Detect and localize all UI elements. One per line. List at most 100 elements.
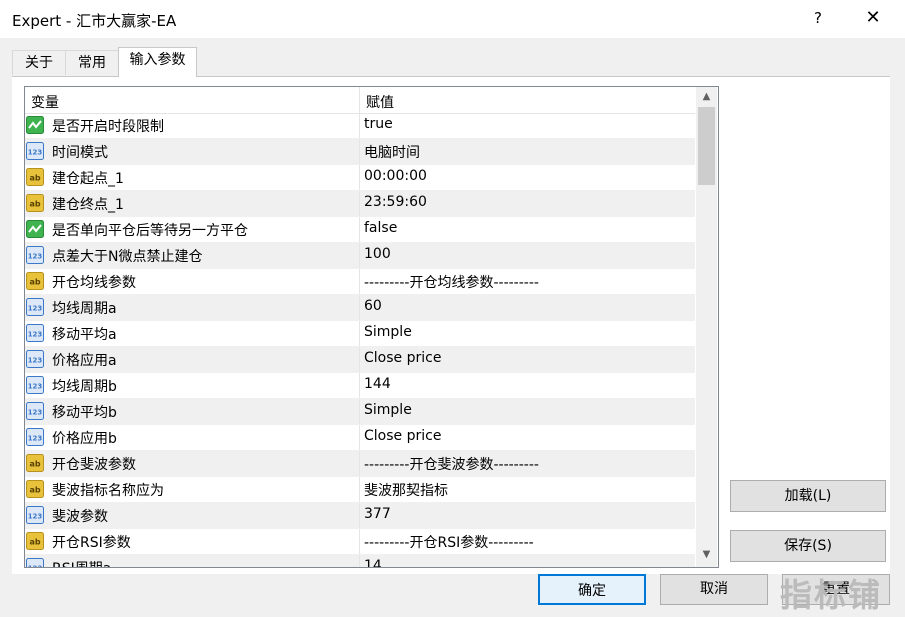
integer-type-icon: 123 [26,350,44,368]
parameter-value[interactable]: Close price [364,428,441,444]
parameter-value[interactable]: 100 [364,246,391,262]
table-row[interactable]: 123 RSI周期a 14 [25,555,695,569]
column-header-variable[interactable]: 变量 [31,92,59,112]
integer-type-icon: 123 [26,558,44,569]
ok-button[interactable]: 确定 [538,574,646,605]
column-divider [359,451,360,476]
parameter-name: 价格应用a [52,353,117,369]
table-row[interactable]: ab 开仓斐波参数 ---------开仓斐波参数--------- [25,451,695,477]
parameter-value[interactable]: 60 [364,298,382,314]
table-row[interactable]: 123 价格应用b Close price [25,425,695,451]
parameter-name: 均线周期b [52,379,117,395]
help-button[interactable]: ? [808,9,828,29]
bool-type-icon [26,116,44,134]
svg-text:ab: ab [29,486,40,495]
parameter-value[interactable]: 377 [364,506,391,522]
column-divider[interactable] [359,87,360,113]
table-row[interactable]: ab 开仓均线参数 ---------开仓均线参数--------- [25,269,695,295]
table-row[interactable]: 123 时间模式 电脑时间 [25,139,695,165]
parameter-name: 建仓终点_1 [52,197,124,213]
parameter-value[interactable]: 144 [364,376,391,392]
svg-text:123: 123 [28,513,43,521]
integer-type-icon: 123 [26,142,44,160]
table-row[interactable]: 123 移动平均b Simple [25,399,695,425]
integer-type-icon: 123 [26,376,44,394]
integer-type-icon: 123 [26,246,44,264]
svg-text:123: 123 [28,565,43,569]
parameter-value[interactable]: 23:59:60 [364,194,427,210]
parameter-value[interactable]: ---------开仓斐波参数--------- [364,454,539,474]
svg-text:ab: ab [29,278,40,287]
column-divider [359,425,360,450]
column-divider [359,373,360,398]
parameter-value[interactable]: ---------开仓RSI参数--------- [364,532,534,552]
tab-common[interactable]: 常用 [65,50,119,75]
column-divider [359,529,360,554]
svg-text:123: 123 [28,331,43,339]
cancel-button[interactable]: 取消 [660,574,768,605]
parameter-name: 开仓斐波参数 [52,457,136,473]
table-row[interactable]: 是否开启时段限制 true [25,113,695,139]
table-row[interactable]: ab 建仓终点_1 23:59:60 [25,191,695,217]
parameter-value[interactable]: Close price [364,350,441,366]
close-button[interactable]: ✕ [862,7,884,29]
svg-text:123: 123 [28,409,43,417]
svg-text:ab: ab [29,174,40,183]
column-divider [359,217,360,242]
table-row[interactable]: 123 点差大于N微点禁止建仓 100 [25,243,695,269]
save-button[interactable]: 保存(S) [730,530,886,562]
table-row[interactable]: ab 开仓RSI参数 ---------开仓RSI参数--------- [25,529,695,555]
scroll-down-arrow-icon[interactable]: ▼ [696,545,717,565]
column-divider [359,477,360,502]
string-type-icon: ab [26,168,44,186]
svg-text:123: 123 [28,383,43,391]
table-row[interactable]: ab 斐波指标名称应为 斐波那契指标 [25,477,695,503]
parameter-value[interactable]: ---------开仓均线参数--------- [364,272,539,292]
svg-text:123: 123 [28,305,43,313]
load-button[interactable]: 加载(L) [730,480,886,512]
column-divider [359,503,360,528]
integer-type-icon: 123 [26,324,44,342]
tab-about[interactable]: 关于 [12,50,66,75]
parameter-name: 斐波指标名称应为 [52,483,164,499]
column-divider [359,113,360,138]
column-divider [359,555,360,567]
string-type-icon: ab [26,194,44,212]
parameter-value[interactable]: Simple [364,324,412,340]
parameters-grid[interactable]: 变量 赋值 是否开启时段限制 true 123 时间模式 电脑时间 ab 建仓起点_1 00:… [24,86,719,568]
scroll-up-arrow-icon[interactable]: ▲ [696,87,717,107]
string-type-icon: ab [26,532,44,550]
table-row[interactable]: 123 均线周期a 60 [25,295,695,321]
column-divider [359,243,360,268]
string-type-icon: ab [26,480,44,498]
table-row[interactable]: 123 斐波参数 377 [25,503,695,529]
tab-input-params[interactable]: 输入参数 [118,47,197,77]
integer-type-icon: 123 [26,402,44,420]
table-row[interactable]: 是否单向平仓后等待另一方平仓 false [25,217,695,243]
integer-type-icon: 123 [26,506,44,524]
column-header-value[interactable]: 赋值 [366,92,394,112]
parameter-value[interactable]: 14 [364,558,382,567]
parameter-value[interactable]: false [364,220,397,236]
column-divider [359,347,360,372]
parameter-value[interactable]: 斐波那契指标 [364,480,448,500]
scroll-thumb[interactable] [698,107,715,185]
column-divider [359,321,360,346]
column-divider [359,139,360,164]
table-row[interactable]: 123 移动平均a Simple [25,321,695,347]
svg-text:123: 123 [28,435,43,443]
vertical-scrollbar[interactable]: ▲ ▼ [696,87,717,567]
table-row[interactable]: 123 均线周期b 144 [25,373,695,399]
table-row[interactable]: ab 建仓起点_1 00:00:00 [25,165,695,191]
parameter-value[interactable]: 电脑时间 [364,142,420,162]
parameter-value[interactable]: 00:00:00 [364,168,427,184]
string-type-icon: ab [26,454,44,472]
table-row[interactable]: 123 价格应用a Close price [25,347,695,373]
svg-text:ab: ab [29,538,40,547]
parameter-value[interactable]: Simple [364,402,412,418]
integer-type-icon: 123 [26,428,44,446]
parameter-value[interactable]: true [364,116,393,132]
grid-rows: 是否开启时段限制 true 123 时间模式 电脑时间 ab 建仓起点_1 00:00:00 a… [25,113,695,569]
string-type-icon: ab [26,272,44,290]
title-bar: Expert - 汇市大赢家-EA ? ✕ [0,0,905,38]
